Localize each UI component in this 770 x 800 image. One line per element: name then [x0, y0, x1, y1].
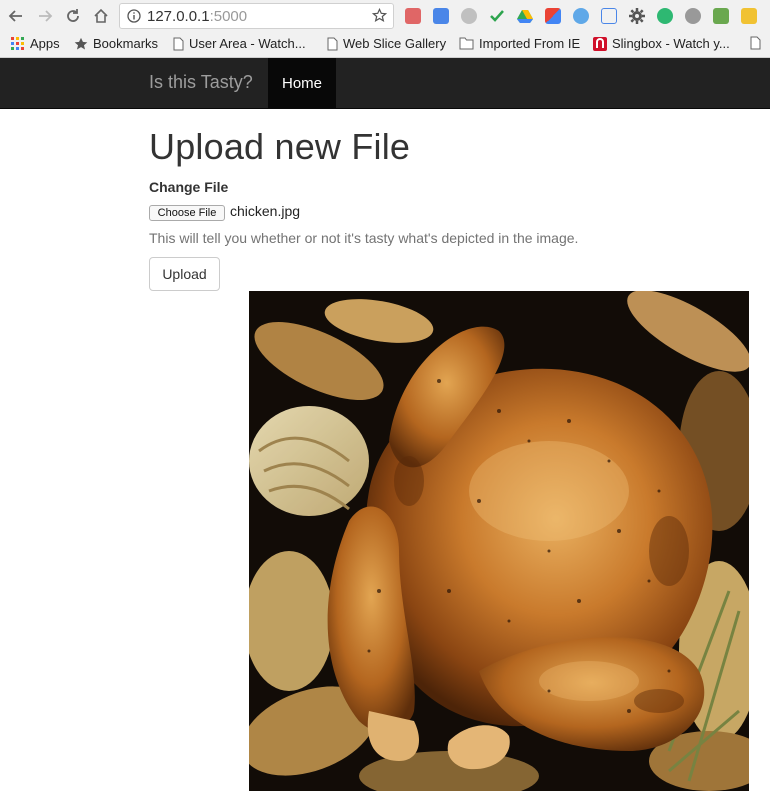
back-icon[interactable] — [6, 6, 26, 26]
home-icon[interactable] — [91, 6, 111, 26]
extension-icon[interactable] — [685, 8, 701, 24]
file-field-label: Change File — [149, 179, 229, 195]
extension-icon[interactable] — [741, 8, 757, 24]
extension-icon[interactable] — [545, 8, 561, 24]
bookmark-star-icon[interactable] — [371, 7, 388, 28]
forward-icon[interactable] — [35, 6, 55, 26]
extension-icon[interactable] — [657, 8, 673, 24]
extension-icon[interactable] — [573, 8, 589, 24]
reload-icon[interactable] — [63, 6, 83, 26]
nav-home-link[interactable]: Home — [268, 58, 336, 108]
bookmark-label: Web Slice Gallery — [343, 36, 447, 51]
page-icon — [327, 37, 338, 51]
address-bar[interactable]: 127.0.0.1:5000 — [119, 3, 394, 29]
checkmark-icon[interactable] — [489, 8, 505, 24]
bookmark-slingbox[interactable]: Slingbox - Watch y... — [593, 36, 730, 51]
bookmark-label: Apps — [30, 36, 60, 51]
upload-button[interactable]: Upload — [149, 257, 220, 291]
bookmarks-bar: Apps Bookmarks User Area - Watch... Web … — [0, 32, 770, 58]
extension-icon[interactable] — [405, 8, 421, 24]
bookmark-label: User Area - Watch... — [189, 36, 306, 51]
drive-icon[interactable] — [517, 8, 533, 24]
bookmark-user-area[interactable]: User Area - Watch... — [173, 36, 306, 51]
selected-file-name: chicken.jpg — [230, 203, 301, 219]
navbar-brand[interactable]: Is this Tasty? — [149, 72, 253, 93]
site-navbar: Is this Tasty? Home — [0, 58, 770, 109]
apps-grid-icon — [11, 36, 25, 51]
extension-icon[interactable] — [461, 8, 477, 24]
screenshot-icon[interactable] — [601, 8, 617, 24]
url-text: 127.0.0.1:5000 — [147, 8, 248, 25]
star-icon — [74, 37, 88, 51]
bookmark-label: Imported From IE — [479, 36, 581, 51]
bookmark-imported-ie[interactable]: Imported From IE — [459, 36, 580, 51]
settings-icon[interactable] — [629, 8, 645, 24]
bookmark-bookmarks[interactable]: Bookmarks — [74, 36, 158, 51]
bookmark-label: Slingbox - Watch y... — [612, 36, 730, 51]
slingbox-icon — [593, 36, 607, 51]
choose-file-button[interactable]: Choose File — [149, 205, 225, 221]
bookmark-web-slice[interactable]: Web Slice Gallery — [327, 36, 446, 51]
info-icon[interactable] — [127, 9, 141, 28]
page-title: Upload new File — [149, 126, 411, 167]
translate-icon[interactable] — [433, 8, 449, 24]
folder-icon — [459, 37, 474, 50]
uploaded-food-image — [249, 291, 749, 791]
bookmark-label: Bookmarks — [93, 36, 159, 51]
bookmark-overflow[interactable] — [750, 36, 766, 50]
page-icon — [173, 37, 184, 51]
browser-toolbar: 127.0.0.1:5000 — [0, 0, 770, 32]
bookmark-apps[interactable]: Apps — [11, 36, 60, 51]
help-text: This will tell you whether or not it's t… — [149, 230, 579, 246]
print-icon[interactable] — [713, 8, 729, 24]
page-icon — [750, 36, 761, 50]
